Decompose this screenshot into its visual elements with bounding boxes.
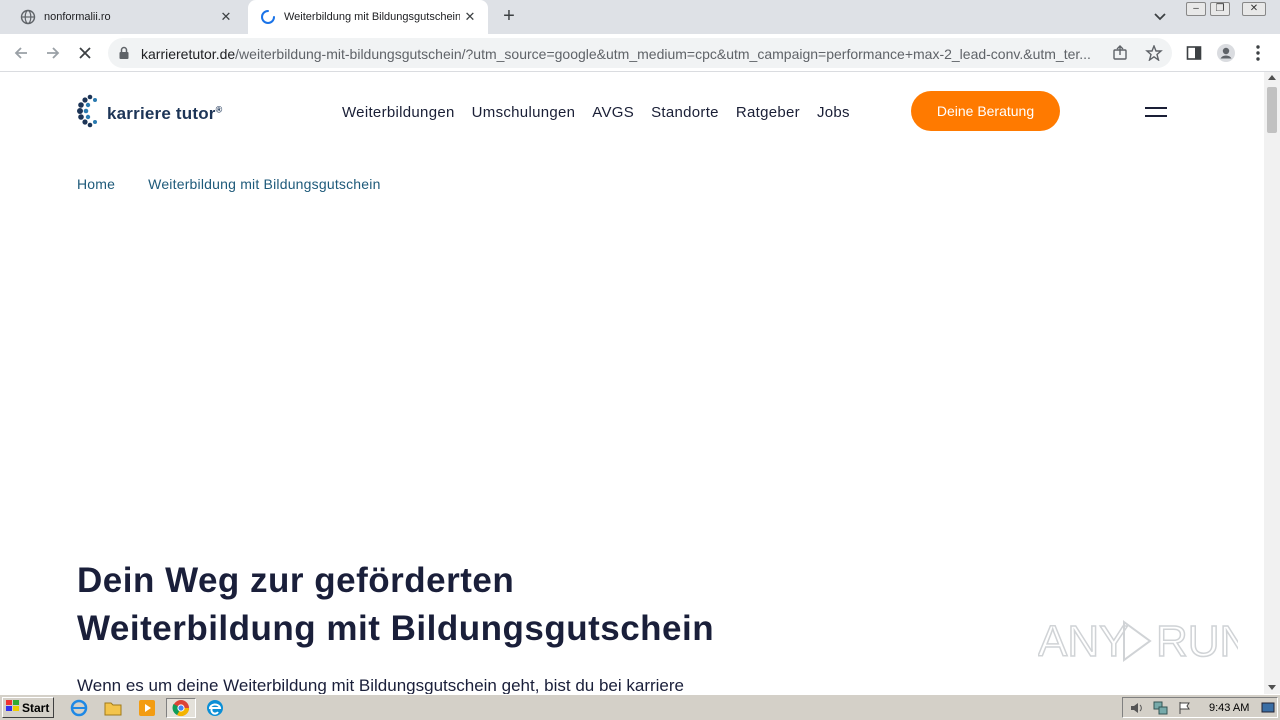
nav-item-umschulungen[interactable]: Umschulungen xyxy=(472,104,576,121)
chevron-down-icon[interactable] xyxy=(1150,8,1170,26)
intro-paragraph: Wenn es um deine Weiterbildung mit Bildu… xyxy=(77,676,684,694)
nav-item-jobs[interactable]: Jobs xyxy=(817,104,850,121)
minimize-button[interactable]: ‒ xyxy=(1186,2,1206,16)
windows-taskbar: Start 9:43 AM xyxy=(0,694,1280,720)
logo-mark-icon xyxy=(77,91,103,136)
logo-text: karriere tutor® xyxy=(107,104,222,124)
loading-spinner-icon xyxy=(260,9,276,25)
page-scrollbar[interactable] xyxy=(1264,72,1280,694)
nav-item-avgs[interactable]: AVGS xyxy=(592,104,634,121)
tab-weiterbildung[interactable]: Weiterbildung mit Bildungsgutschein ✕ xyxy=(248,0,488,34)
windows-logo-icon xyxy=(6,700,20,715)
scroll-down-icon[interactable] xyxy=(1268,685,1276,690)
flag-icon[interactable] xyxy=(1177,701,1193,715)
site-logo[interactable]: karriere tutor® xyxy=(77,91,222,136)
start-button[interactable]: Start xyxy=(2,697,54,718)
watermark-text-right: RUN xyxy=(1156,617,1238,666)
scroll-up-icon[interactable] xyxy=(1268,75,1276,80)
stop-loading-icon[interactable] xyxy=(74,42,96,64)
start-label: Start xyxy=(22,700,50,715)
clock: 9:43 AM xyxy=(1209,702,1250,714)
browser-toolbar: karrieretutor.de/weiterbildung-mit-bildu… xyxy=(0,34,1280,72)
tab-title: nonformalii.ro xyxy=(44,11,111,23)
edge-icon[interactable] xyxy=(204,698,226,718)
beratung-button[interactable]: Deine Beratung xyxy=(911,91,1060,131)
bookmark-star-icon[interactable] xyxy=(1145,44,1163,62)
show-desktop-icon[interactable] xyxy=(1261,701,1277,715)
watermark-text-left: ANY xyxy=(1038,617,1128,666)
page-viewport: karriere tutor® Weiterbildungen Umschulu… xyxy=(0,72,1264,694)
close-window-button[interactable]: ✕ xyxy=(1242,2,1266,16)
tab-title: Weiterbildung mit Bildungsgutschein xyxy=(284,11,460,23)
page-title-line2: Weiterbildung mit Bildungsgutschein xyxy=(77,609,715,648)
restore-button[interactable]: ❐ xyxy=(1210,2,1230,16)
media-player-icon[interactable] xyxy=(136,698,158,718)
menu-icon[interactable] xyxy=(1145,107,1167,121)
forward-arrow-icon[interactable] xyxy=(42,42,64,64)
system-tray: 9:43 AM xyxy=(1122,697,1278,718)
side-panel-icon[interactable] xyxy=(1184,43,1204,63)
folder-icon[interactable] xyxy=(102,698,124,718)
volume-icon[interactable] xyxy=(1129,701,1145,715)
page-title: Dein Weg zur geförderten Weiterbildung m… xyxy=(77,557,714,653)
anyrun-watermark: ANY RUN xyxy=(1037,610,1252,672)
tab-nonformalii[interactable]: nonformalii.ro ✕ xyxy=(8,0,244,34)
page-title-line1: Dein Weg zur geförderten xyxy=(77,561,515,600)
chrome-icon[interactable] xyxy=(166,698,196,718)
ie-icon[interactable] xyxy=(68,698,90,718)
back-arrow-icon[interactable] xyxy=(10,42,32,64)
nav-item-weiterbildungen[interactable]: Weiterbildungen xyxy=(342,104,455,121)
profile-avatar-icon[interactable] xyxy=(1216,43,1236,63)
registered-mark: ® xyxy=(215,103,223,114)
address-bar[interactable]: karrieretutor.de/weiterbildung-mit-bildu… xyxy=(108,38,1172,68)
breadcrumb-home[interactable]: Home xyxy=(77,176,115,192)
more-vert-icon[interactable] xyxy=(1248,43,1268,63)
network-icon[interactable] xyxy=(1153,701,1169,715)
breadcrumb-current[interactable]: Weiterbildung mit Bildungsgutschein xyxy=(148,176,380,192)
globe-icon xyxy=(20,9,36,25)
nav-item-standorte[interactable]: Standorte xyxy=(651,104,719,121)
nav-item-ratgeber[interactable]: Ratgeber xyxy=(736,104,800,121)
share-icon[interactable] xyxy=(1112,45,1130,61)
main-navigation: Weiterbildungen Umschulungen AVGS Stando… xyxy=(342,104,850,121)
lock-icon[interactable] xyxy=(118,46,130,65)
tab-strip: nonformalii.ro ✕ Weiterbildung mit Bildu… xyxy=(0,0,1280,34)
url-path: /weiterbildung-mit-bildungsgutschein/?ut… xyxy=(235,46,1091,62)
logo-wordmark: karriere tutor xyxy=(107,103,216,123)
url-host: karrieretutor.de xyxy=(141,46,236,62)
new-tab-button[interactable]: + xyxy=(498,6,520,28)
close-icon[interactable]: ✕ xyxy=(460,7,480,27)
url-text[interactable]: karrieretutor.de/weiterbildung-mit-bildu… xyxy=(141,46,1106,62)
close-icon[interactable]: ✕ xyxy=(216,7,236,27)
scrollbar-thumb[interactable] xyxy=(1267,87,1277,133)
breadcrumb: Home Weiterbildung mit Bildungsgutschein xyxy=(77,176,381,192)
